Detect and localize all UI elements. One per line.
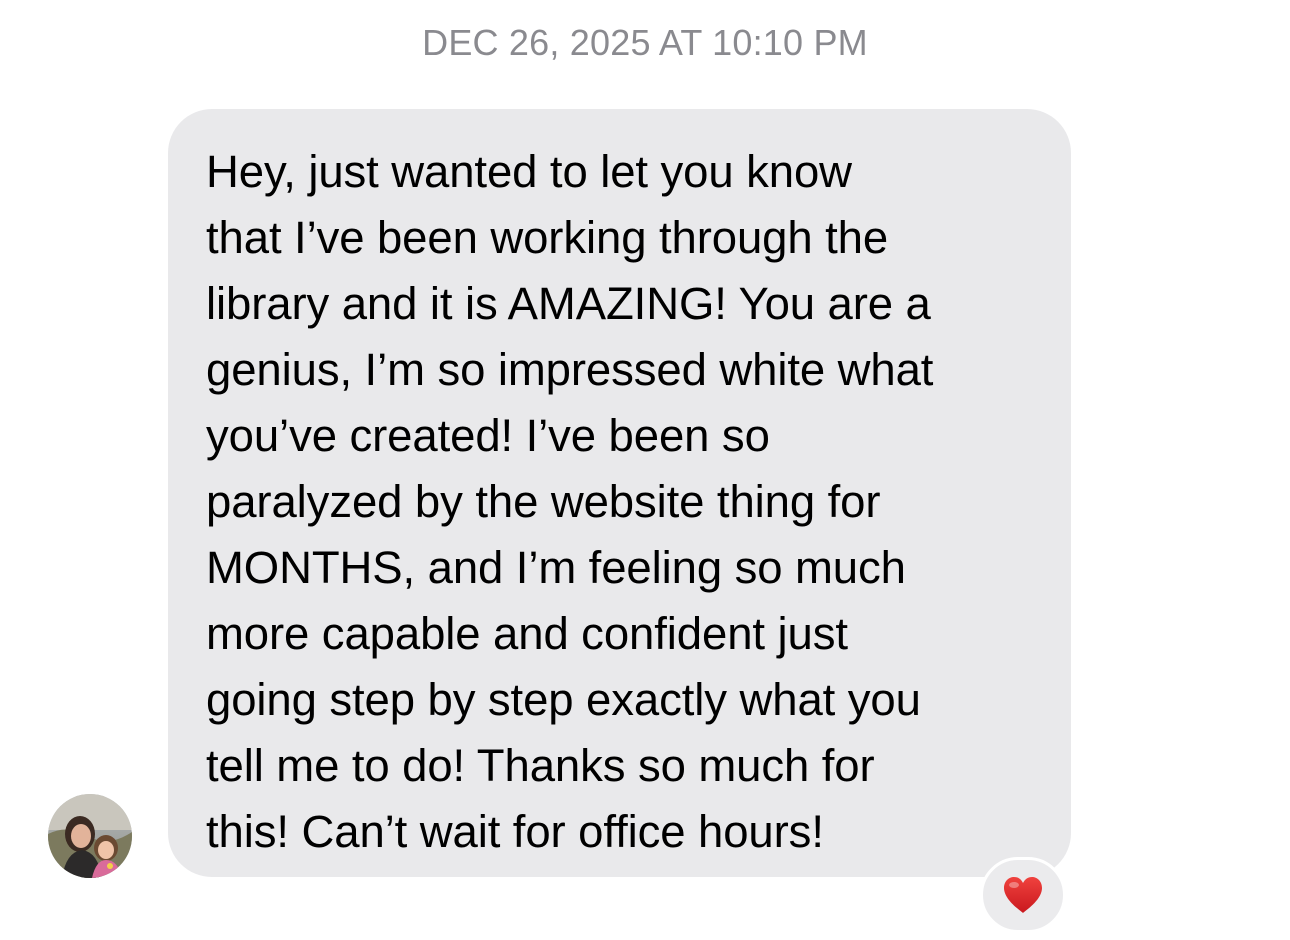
message-timestamp: DEC 26, 2025 AT 10:10 PM — [422, 22, 868, 63]
heart-reaction[interactable] — [980, 857, 1066, 933]
sender-avatar[interactable] — [48, 794, 132, 878]
message-text: Hey, just wanted to let you know that I’… — [206, 146, 934, 857]
heart-icon — [1004, 877, 1042, 913]
avatar-photo-icon — [48, 794, 132, 878]
incoming-message-bubble[interactable]: Hey, just wanted to let you know that I’… — [168, 109, 1071, 877]
